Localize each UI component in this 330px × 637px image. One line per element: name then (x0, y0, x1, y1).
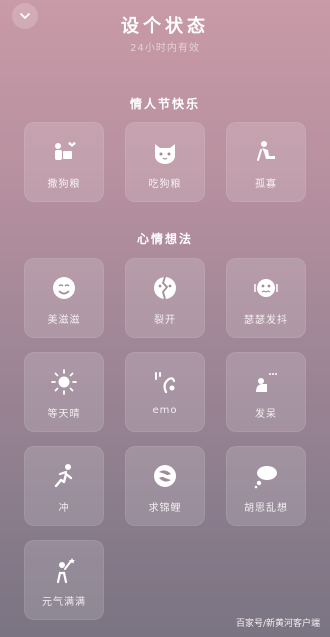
watermark: 百家号/新黄河客户端 (235, 619, 320, 629)
status-card-qiujinli[interactable]: 求锦鲤 (125, 446, 205, 526)
status-card-dengtianqing[interactable]: 等天晴 (24, 352, 104, 432)
status-card-husiluanxiang[interactable]: 胡思乱想 (226, 446, 306, 526)
status-label: 吃狗粮 (148, 179, 182, 190)
page-title: 设个状态 (121, 16, 209, 37)
page-subtitle: 24小时内有效 (130, 43, 200, 54)
status-label: 裂开 (154, 315, 176, 326)
giving-gift-icon (50, 138, 78, 166)
koi-icon (151, 462, 179, 490)
status-label: 撒狗粮 (47, 179, 81, 190)
status-card-liekai[interactable]: 裂开 (125, 258, 205, 338)
status-label: 发呆 (255, 409, 277, 420)
smile-face-icon (50, 274, 78, 302)
status-card-meizizi[interactable]: 美滋滋 (24, 258, 104, 338)
cat-face-icon (151, 138, 179, 166)
status-label: emo (152, 405, 178, 416)
emo-icon (151, 368, 179, 396)
status-card-chong[interactable]: 冲 (24, 446, 104, 526)
status-card-emo[interactable]: emo (125, 352, 205, 432)
status-label: 胡思乱想 (244, 503, 288, 514)
status-label: 求锦鲤 (148, 503, 182, 514)
status-label: 元气满满 (42, 597, 86, 608)
status-card-fadai[interactable]: 发呆 (226, 352, 306, 432)
status-card-guagua[interactable]: 孤寡 (226, 122, 306, 202)
section-title-mood: 心情想法 (136, 232, 193, 246)
status-label: 瑟瑟发抖 (244, 315, 288, 326)
status-card-yuanqimanman[interactable]: 元气满满 (24, 540, 104, 620)
status-card-chi-gouliang[interactable]: 吃狗粮 (125, 122, 205, 202)
status-label: 孤寡 (255, 179, 277, 190)
section-title-valentine: 情人节快乐 (129, 97, 200, 111)
sun-icon (50, 368, 78, 396)
status-label: 等天晴 (47, 409, 81, 420)
sitting-alone-icon (252, 138, 280, 166)
running-icon (50, 462, 78, 490)
thought-bubble-icon (252, 462, 280, 490)
status-card-sesefadou[interactable]: 瑟瑟发抖 (226, 258, 306, 338)
energetic-icon (50, 556, 78, 584)
status-label: 冲 (58, 503, 70, 514)
status-card-sa-gouliang[interactable]: 撒狗粮 (24, 122, 104, 202)
cracked-face-icon (151, 274, 179, 302)
status-label: 美滋滋 (47, 315, 81, 326)
shivering-face-icon (252, 274, 280, 302)
daze-icon (252, 368, 280, 396)
